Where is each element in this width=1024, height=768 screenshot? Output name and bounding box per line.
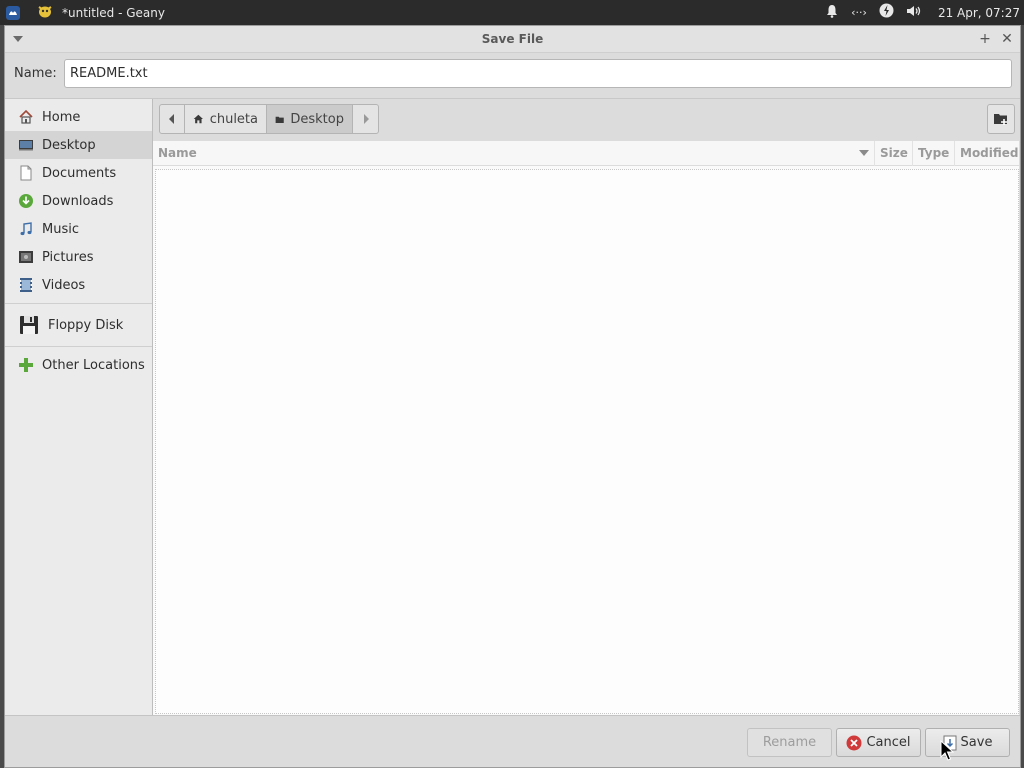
maximize-icon[interactable]: + (978, 30, 992, 48)
bell-icon[interactable] (825, 4, 839, 22)
save-button-label: Save (960, 735, 993, 750)
close-icon[interactable]: ✕ (1000, 30, 1014, 48)
path-back-button[interactable] (160, 105, 185, 133)
places-sidebar: Home Desktop Documents Downloads Music P… (5, 99, 153, 716)
sidebar-item-label: Documents (42, 165, 117, 181)
volume-icon[interactable] (906, 4, 922, 22)
save-button[interactable]: Save (925, 728, 1010, 757)
sidebar-item-label: Downloads (42, 193, 114, 209)
sidebar-item-other-locations[interactable]: Other Locations (5, 351, 152, 379)
column-header-label: Name (158, 146, 197, 160)
path-segment-label: chuleta (209, 111, 258, 127)
cancel-button-label: Cancel (866, 735, 911, 750)
chevron-left-icon (169, 114, 174, 124)
file-list[interactable]: Name Size Type Modified (153, 140, 1019, 716)
filename-row: Name: (5, 53, 1020, 93)
sidebar-item-label: Music (42, 221, 79, 237)
sidebar-item-floppy-disk[interactable]: Floppy Disk (5, 308, 152, 342)
top-panel: *untitled - Geany ‹··› 21 Apr, 07:27 (0, 0, 1024, 25)
create-folder-button[interactable] (987, 104, 1015, 134)
home-icon (193, 114, 203, 124)
save-file-dialog: Save File + ✕ Name: Home Desktop (4, 25, 1021, 768)
dialog-titlebar[interactable]: Save File + ✕ (5, 26, 1020, 53)
sidebar-item-label: Videos (42, 277, 86, 293)
cancel-icon (846, 735, 862, 750)
path-segment-home[interactable]: chuleta (185, 105, 267, 133)
taskbar-item-geany[interactable]: *untitled - Geany (36, 0, 165, 25)
power-icon[interactable] (879, 3, 894, 22)
video-icon (18, 277, 34, 293)
geany-icon (36, 3, 54, 23)
sidebar-separator (5, 303, 152, 304)
picture-icon (18, 249, 34, 265)
rename-button[interactable]: Rename (747, 728, 832, 757)
new-folder-icon (994, 114, 1007, 125)
sidebar-item-label: Desktop (42, 137, 96, 153)
cancel-button[interactable]: Cancel (836, 728, 921, 757)
dialog-action-bar: Rename Cancel Save (5, 715, 1020, 767)
system-tray: ‹··› 21 Apr, 07:27 (825, 3, 1024, 22)
sidebar-item-videos[interactable]: Videos (5, 271, 152, 299)
column-header-type[interactable]: Type (913, 140, 955, 166)
rename-button-label: Rename (762, 735, 817, 750)
taskbar-item-title: *untitled - Geany (62, 5, 165, 20)
sidebar-item-documents[interactable]: Documents (5, 159, 152, 187)
chevron-right-icon (363, 114, 369, 124)
plus-icon (18, 357, 34, 373)
column-header-modified[interactable]: Modified (955, 141, 1019, 166)
desktop-icon (18, 137, 34, 153)
network-icon[interactable]: ‹··› (851, 6, 867, 19)
sidebar-item-pictures[interactable]: Pictures (5, 243, 152, 271)
sidebar-item-music[interactable]: Music (5, 215, 152, 243)
column-header-name[interactable]: Name (153, 140, 875, 166)
path-segment-label: Desktop (290, 111, 344, 127)
xfce-menu-icon[interactable] (0, 0, 26, 25)
sidebar-item-label: Home (42, 109, 81, 125)
file-browser: chuleta Desktop Name Size Type Modified (153, 99, 1020, 716)
folder-icon (275, 116, 284, 123)
sidebar-item-label: Other Locations (42, 357, 145, 373)
mouse-cursor-icon (940, 740, 954, 761)
dialog-title: Save File (481, 32, 544, 46)
name-label: Name: (14, 65, 57, 81)
column-headers: Name Size Type Modified (153, 140, 1019, 166)
sort-descending-icon (859, 150, 869, 156)
sidebar-item-label: Pictures (42, 249, 94, 265)
sidebar-separator (5, 346, 152, 347)
path-segment-desktop[interactable]: Desktop (267, 105, 353, 133)
music-icon (18, 221, 34, 237)
window-menu-icon[interactable] (11, 32, 25, 46)
filename-input[interactable] (64, 58, 1012, 88)
sidebar-item-desktop[interactable]: Desktop (5, 131, 152, 159)
column-header-size[interactable]: Size (875, 140, 913, 166)
file-list-body[interactable] (155, 169, 1019, 714)
dialog-content: Home Desktop Documents Downloads Music P… (5, 98, 1020, 716)
path-bar: chuleta Desktop (159, 104, 379, 134)
clock[interactable]: 21 Apr, 07:27 (938, 6, 1020, 20)
sidebar-item-label: Floppy Disk (48, 317, 124, 333)
path-forward-button[interactable] (353, 105, 378, 133)
download-icon (18, 193, 34, 209)
sidebar-item-downloads[interactable]: Downloads (5, 187, 152, 215)
home-icon (18, 109, 34, 125)
document-icon (18, 165, 34, 181)
floppy-icon (18, 314, 40, 336)
sidebar-item-home[interactable]: Home (5, 103, 152, 131)
